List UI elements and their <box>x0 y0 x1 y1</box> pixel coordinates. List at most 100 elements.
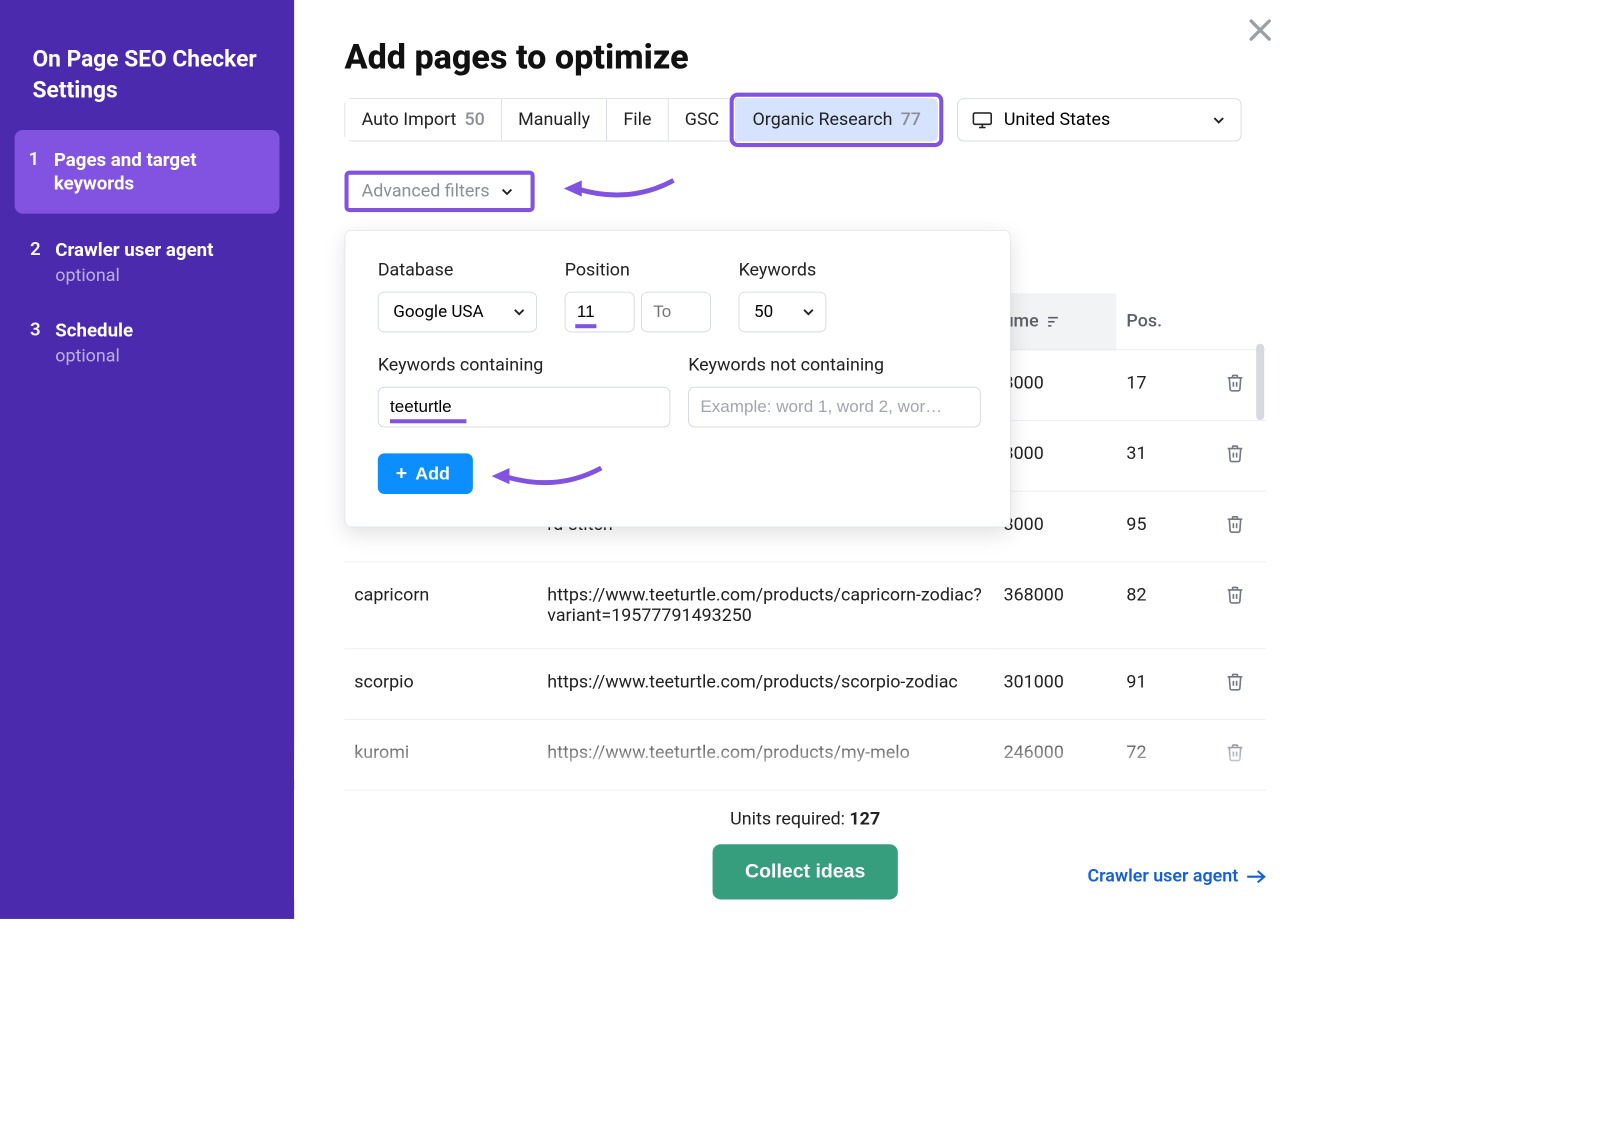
trash-icon[interactable] <box>1225 743 1245 763</box>
add-button-label: Add <box>415 463 450 484</box>
tab-label: File <box>623 110 651 130</box>
tab-label: GSC <box>685 110 719 130</box>
cell-delete[interactable] <box>1204 719 1265 790</box>
database-field: Database Google USA <box>378 260 537 332</box>
table-row: scorpiohttps://www.teeturtle.com/product… <box>345 649 1266 720</box>
annotation-arrow-icon <box>492 460 606 493</box>
keywords-containing-value[interactable] <box>390 397 658 417</box>
next-step-link[interactable]: Crawler user agent <box>1087 866 1265 886</box>
keywords-count-select[interactable]: 50 <box>739 292 827 333</box>
table-row: capricornhttps://www.teeturtle.com/produ… <box>345 562 1266 649</box>
annotation-arrow-icon <box>564 172 678 205</box>
settings-sidebar: On Page SEO Checker Settings 1 Pages and… <box>0 0 294 919</box>
source-tabs: Auto Import 50 Manually File GSC Organic… <box>345 98 939 141</box>
position-field: Position <box>565 260 711 332</box>
keywords-containing-label: Keywords containing <box>378 355 671 375</box>
database-label: Database <box>378 260 537 280</box>
trash-icon[interactable] <box>1225 444 1245 464</box>
step-sublabel: optional <box>55 266 213 286</box>
cell-keyword: capricorn <box>345 562 538 649</box>
trash-icon[interactable] <box>1225 672 1245 692</box>
keywords-count-value: 50 <box>754 302 773 322</box>
tab-label: Manually <box>518 110 590 130</box>
step-number: 3 <box>24 319 40 341</box>
page-title: Add pages to optimize <box>345 37 1266 77</box>
cell-url: https://www.teeturtle.com/products/my-me… <box>538 719 994 790</box>
footer: Units required: 127 Collect ideas Crawle… <box>294 790 1300 900</box>
keywords-not-containing-input[interactable] <box>688 387 981 428</box>
step-sublabel: optional <box>55 346 133 366</box>
tab-organic-research[interactable]: Organic Research 77 <box>736 99 937 140</box>
position-to-input[interactable] <box>641 292 711 333</box>
units-required: Units required: 127 <box>345 790 1266 830</box>
position-label: Position <box>565 260 711 280</box>
step-number: 2 <box>24 238 40 260</box>
column-pos[interactable]: Pos. <box>1117 293 1205 349</box>
cell-volume: 3000 <box>994 491 1117 562</box>
keywords-not-containing-value[interactable] <box>700 397 968 417</box>
cell-volume: 3000 <box>994 420 1117 491</box>
cell-pos: 72 <box>1117 719 1205 790</box>
step-number: 1 <box>24 148 39 170</box>
cell-url: https://www.teeturtle.com/products/capri… <box>538 562 994 649</box>
collect-ideas-button[interactable]: Collect ideas <box>713 844 898 899</box>
keywords-containing-field: Keywords containing <box>378 355 671 427</box>
keywords-count-label: Keywords <box>739 260 827 280</box>
arrow-right-icon <box>1246 869 1266 884</box>
advanced-filters-toggle[interactable]: Advanced filters <box>345 171 535 212</box>
cell-pos: 95 <box>1117 491 1205 562</box>
step-label: Pages and target keywords <box>54 148 262 197</box>
trash-icon[interactable] <box>1225 373 1245 393</box>
cell-pos: 17 <box>1117 350 1205 421</box>
tab-label: Auto Import <box>362 110 457 130</box>
tab-gsc[interactable]: GSC <box>669 99 737 140</box>
next-step-label: Crawler user agent <box>1087 866 1238 886</box>
position-to-value[interactable] <box>653 302 699 322</box>
keywords-containing-input[interactable] <box>378 387 671 428</box>
cell-delete[interactable] <box>1204 420 1265 491</box>
tab-auto-import[interactable]: Auto Import 50 <box>345 99 502 140</box>
tab-manually[interactable]: Manually <box>502 99 607 140</box>
keywords-count-field: Keywords 50 <box>739 260 827 332</box>
position-from-input[interactable] <box>565 292 635 333</box>
cell-keyword: scorpio <box>345 649 538 720</box>
tab-file[interactable]: File <box>607 99 668 140</box>
keywords-not-containing-field: Keywords not containing <box>688 355 981 427</box>
main-panel: Add pages to optimize Auto Import 50 Man… <box>294 0 1300 919</box>
tab-count: 77 <box>901 110 921 130</box>
keywords-not-containing-label: Keywords not containing <box>688 355 981 375</box>
database-select[interactable]: Google USA <box>378 292 537 333</box>
advanced-filters-label: Advanced filters <box>362 181 490 201</box>
column-volume[interactable]: ume <box>994 293 1117 349</box>
cell-volume: 246000 <box>994 719 1117 790</box>
close-icon[interactable] <box>1245 15 1276 46</box>
sidebar-step-3[interactable]: 3 Schedule optional <box>0 302 294 382</box>
chevron-down-icon <box>499 184 514 199</box>
position-from-value[interactable] <box>577 302 623 322</box>
trash-icon[interactable] <box>1225 514 1245 534</box>
tab-count: 50 <box>465 110 485 130</box>
trash-icon[interactable] <box>1225 585 1245 605</box>
country-select[interactable]: United States <box>958 98 1242 141</box>
sidebar-step-2[interactable]: 2 Crawler user agent optional <box>0 222 294 302</box>
cell-delete[interactable] <box>1204 491 1265 562</box>
cell-pos: 82 <box>1117 562 1205 649</box>
scrollbar[interactable] <box>1256 344 1264 420</box>
step-label: Schedule <box>55 319 133 343</box>
cell-volume: 368000 <box>994 562 1117 649</box>
step-label: Crawler user agent <box>55 238 213 262</box>
plus-icon: + <box>396 464 407 484</box>
database-value: Google USA <box>393 302 483 322</box>
sidebar-step-1[interactable]: 1 Pages and target keywords <box>15 130 280 214</box>
cell-url: https://www.teeturtle.com/products/scorp… <box>538 649 994 720</box>
sort-icon <box>1046 315 1059 328</box>
cell-delete[interactable] <box>1204 649 1265 720</box>
desktop-icon <box>973 112 993 128</box>
tab-label: Organic Research <box>753 110 893 130</box>
table-row: kuromihttps://www.teeturtle.com/products… <box>345 719 1266 790</box>
cell-pos: 91 <box>1117 649 1205 720</box>
cell-delete[interactable] <box>1204 562 1265 649</box>
add-button[interactable]: + Add <box>378 453 473 494</box>
sidebar-title: On Page SEO Checker Settings <box>0 44 294 130</box>
cell-keyword: kuromi <box>345 719 538 790</box>
